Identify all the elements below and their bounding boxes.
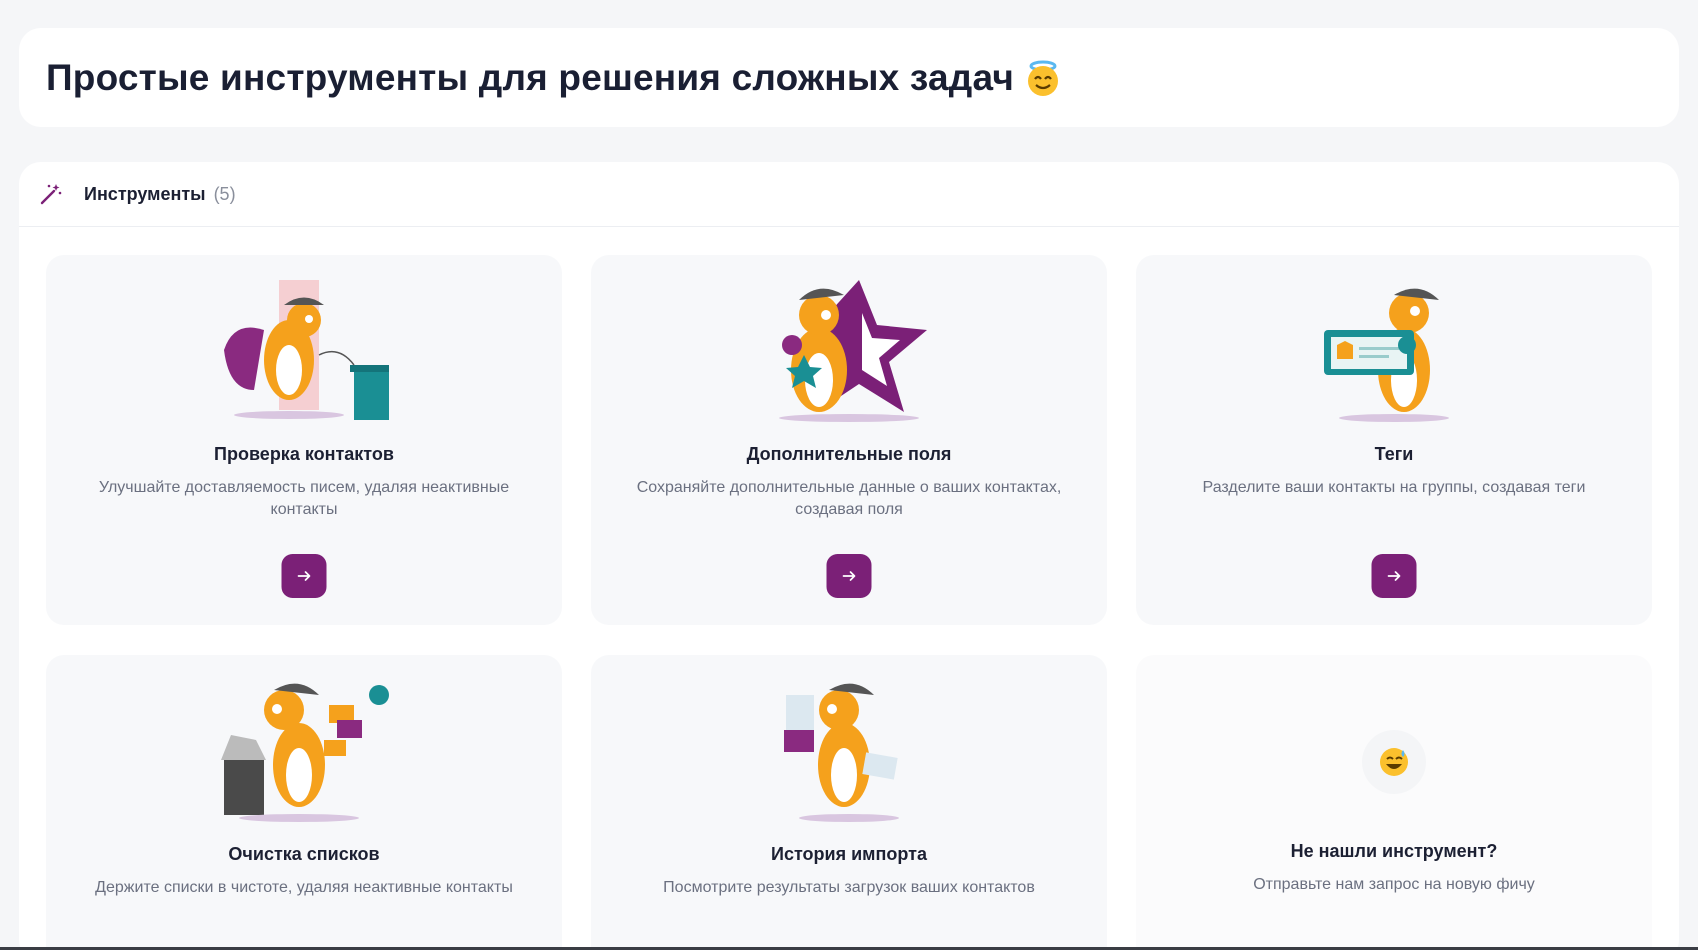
tools-panel: Инструменты (5) Проверка контактов Улучш… [19,162,1679,950]
request-tool-card[interactable]: Не нашли инструмент? Отправьте нам запро… [1136,655,1652,950]
tool-card-description: Разделите ваши контакты на группы, созда… [1202,479,1586,496]
arrow-right-icon [842,571,855,581]
request-title: Не нашли инструмент? [1290,841,1498,861]
tool-card-tags[interactable]: Теги Разделите ваши контакты на группы, … [1136,255,1652,625]
magic-wand-icon [40,184,62,205]
fox-cleaning-illustration [224,280,389,420]
tool-card-title: Теги [1374,444,1414,464]
tool-card-description: Держите списки в чистоте, удаляя неактив… [95,879,513,896]
tools-panel-header: Инструменты (5) [19,162,1679,227]
header-card: Простые инструменты для решения сложных … [19,28,1679,127]
open-tags-button[interactable] [1371,554,1417,598]
sweat-smile-emoji-badge [1362,730,1426,794]
tool-card-extra-fields[interactable]: Дополнительные поля Сохраняйте дополните… [591,255,1107,625]
tool-card-title: История импорта [771,844,927,864]
tool-card-description: Посмотрите результаты загрузок ваших кон… [663,879,1035,896]
page-title: Простые инструменты для решения сложных … [46,56,1015,98]
open-contact-check-button[interactable] [281,554,327,598]
halo-smile-emoji-icon [1028,60,1059,96]
request-description: Отправьте нам запрос на новую фичу [1253,876,1535,893]
tool-card-contact-check[interactable]: Проверка контактов Улучшайте доставляемо… [46,255,562,625]
fox-documents-illustration [784,683,899,822]
open-extra-fields-button[interactable] [826,554,872,598]
tool-card-list-cleanup[interactable]: Очистка списков Держите списки в чистоте… [46,655,562,950]
tools-count: (5) [213,183,236,204]
arrow-right-icon [1387,571,1400,581]
tool-card-import-history[interactable]: История импорта Посмотрите результаты за… [591,655,1107,950]
tool-card-title: Проверка контактов [214,444,394,464]
tool-card-description: Улучшайте доставляемость писем, удаляя н… [98,479,510,518]
tools-title: Инструменты [84,183,206,204]
fox-star-illustration [779,280,927,422]
tool-card-description: Сохраняйте дополнительные данные о ваших… [636,479,1062,518]
sweat-smile-emoji-icon [1380,748,1408,776]
tool-card-title: Дополнительные поля [746,444,952,464]
arrow-right-icon [297,571,310,581]
fox-trash-illustration [221,683,389,822]
tool-card-title: Очистка списков [228,844,380,864]
fox-tag-illustration [1324,288,1449,422]
